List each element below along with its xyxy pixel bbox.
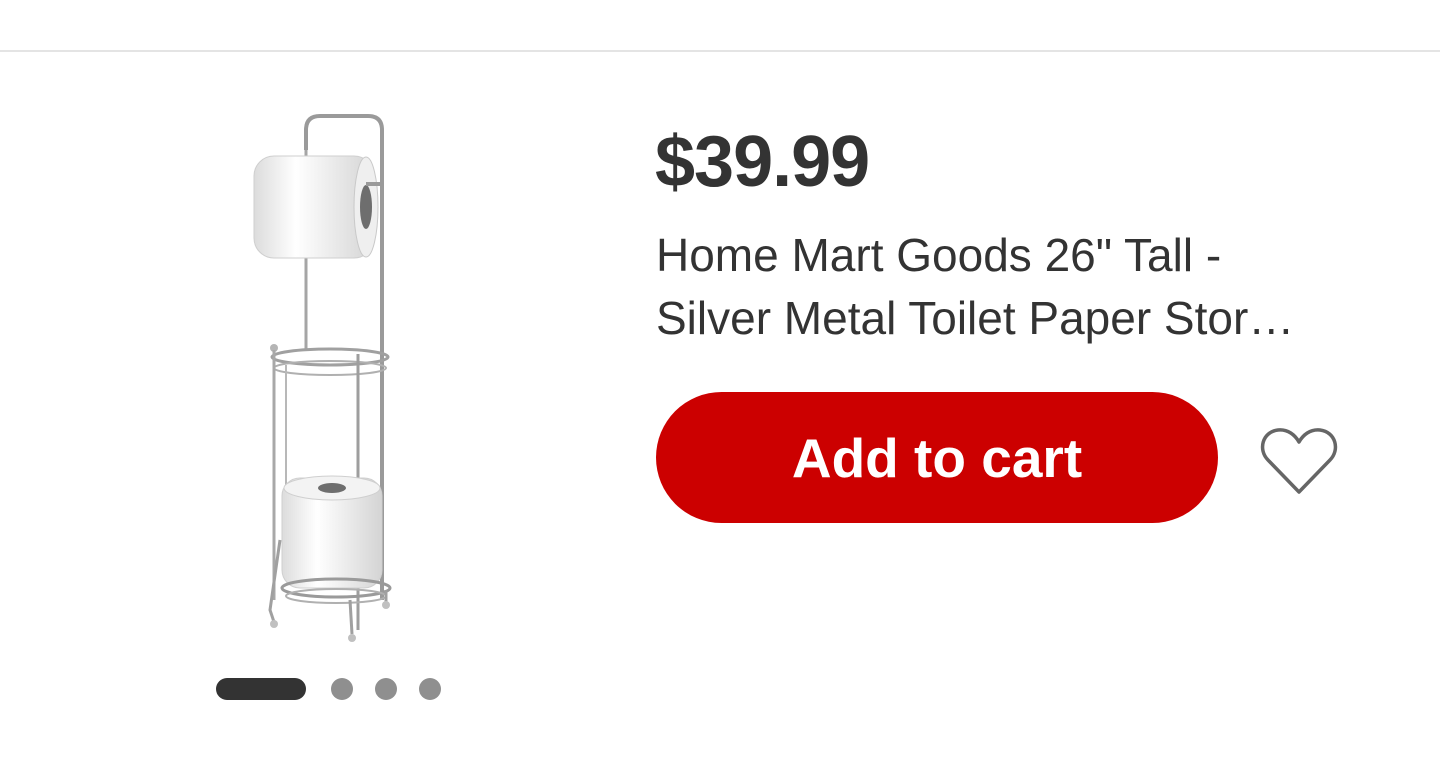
product-card: $39.99 Home Mart Goods 26" Tall - Silver… bbox=[0, 0, 1440, 759]
carousel-dot-active[interactable] bbox=[216, 678, 306, 700]
product-price: $39.99 bbox=[655, 122, 870, 202]
top-divider bbox=[0, 50, 1440, 52]
product-title[interactable]: Home Mart Goods 26" Tall - Silver Metal … bbox=[656, 224, 1376, 350]
product-title-line-1: Home Mart Goods 26" Tall - bbox=[656, 229, 1222, 281]
carousel-dot[interactable] bbox=[331, 678, 353, 700]
favorite-button[interactable] bbox=[1256, 422, 1342, 500]
carousel-dot[interactable] bbox=[375, 678, 397, 700]
image-carousel-indicator bbox=[216, 678, 441, 700]
product-image[interactable] bbox=[240, 110, 410, 655]
heart-outline-icon bbox=[1260, 428, 1338, 494]
product-title-line-2: Silver Metal Toilet Paper Stor… bbox=[656, 292, 1295, 344]
add-to-cart-button[interactable]: Add to cart bbox=[656, 392, 1218, 523]
carousel-dot[interactable] bbox=[419, 678, 441, 700]
